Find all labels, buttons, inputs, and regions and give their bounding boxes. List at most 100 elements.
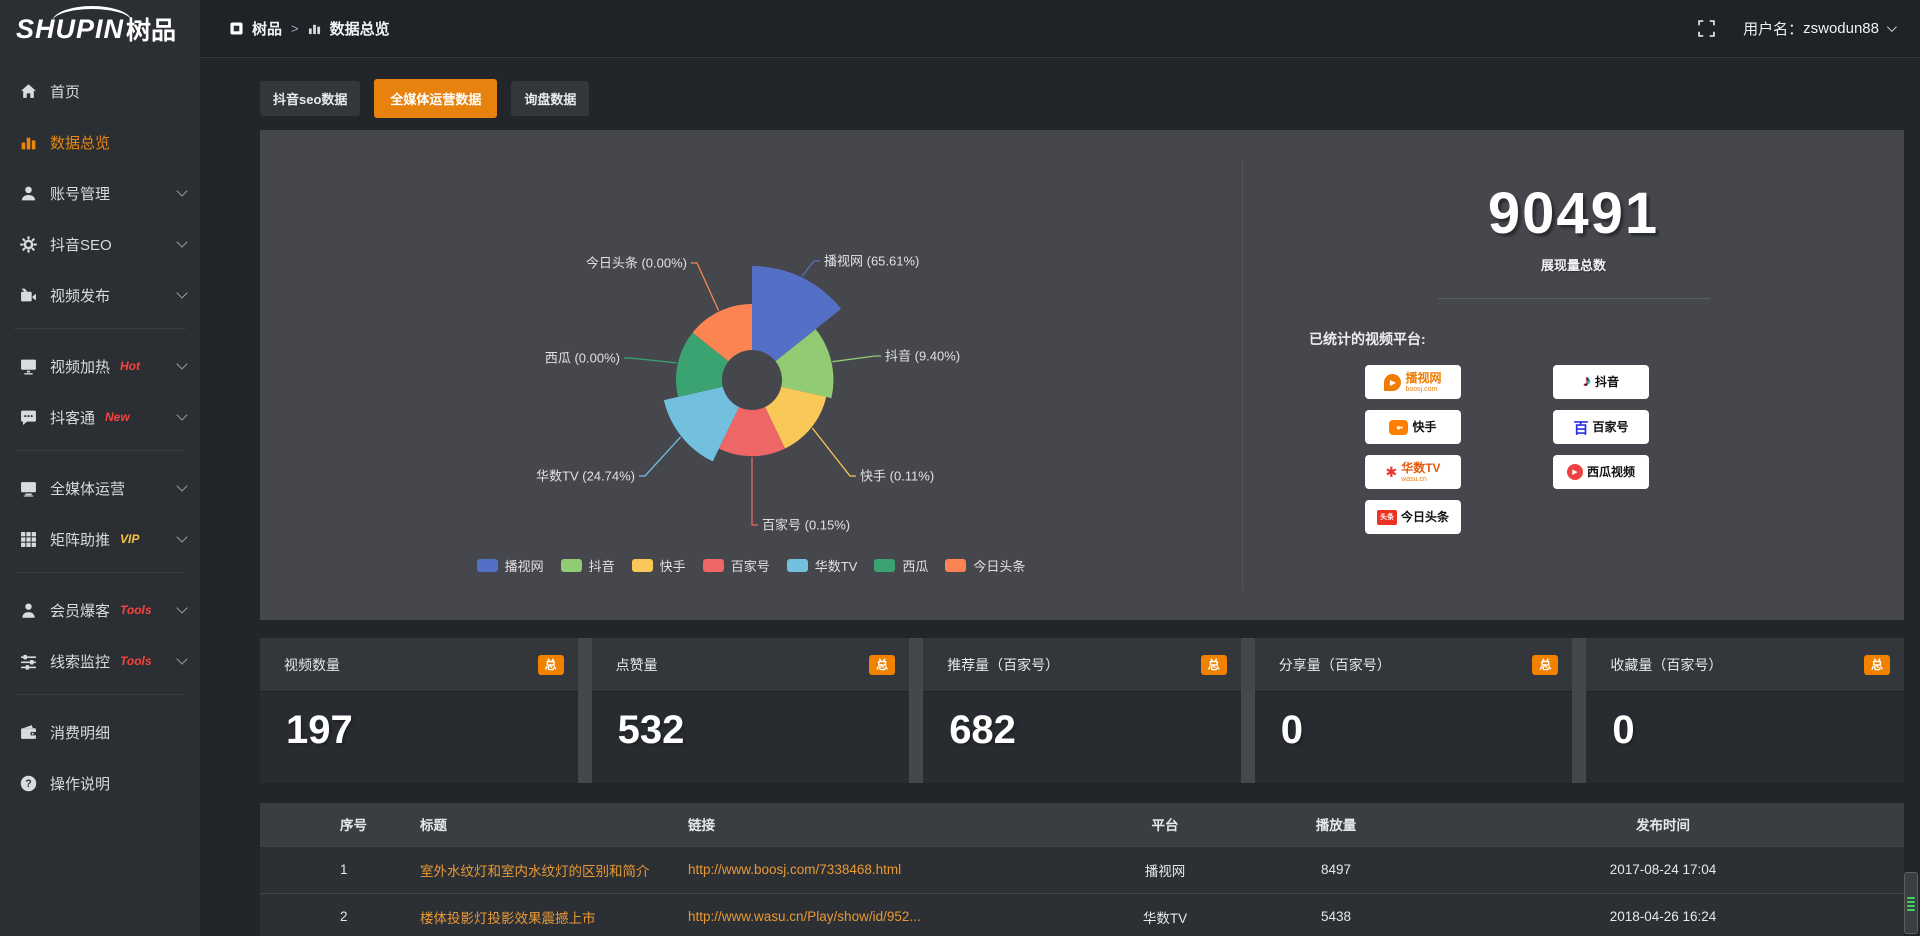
- sidebar-item-label: 抖客通: [50, 407, 95, 428]
- logo-text-cn: 树品: [126, 11, 176, 47]
- chevron-down-icon: [176, 287, 187, 298]
- legend-label: 华数TV: [815, 556, 858, 575]
- table-header-0: 序号: [330, 803, 410, 846]
- grid-icon: [20, 531, 37, 548]
- tab-1[interactable]: 全媒体运营数据: [374, 79, 497, 118]
- chevron-down-icon: [176, 602, 187, 613]
- legend-item-0[interactable]: 播视网: [477, 556, 544, 575]
- legend-item-4[interactable]: 华数TV: [787, 556, 858, 575]
- username-value: zswodun88: [1803, 20, 1879, 37]
- pie-label-line: [639, 437, 681, 476]
- sidebar-item-12[interactable]: ?操作说明: [0, 760, 200, 806]
- pie-label: 今日头条 (0.00%): [586, 256, 687, 271]
- stat-card-1: 点赞量 总 532: [592, 638, 910, 783]
- legend-label: 今日头条: [973, 556, 1025, 575]
- breadcrumb-root-icon: [230, 22, 243, 35]
- sidebar: SHUPIN 树品 首页数据总览账号管理抖音SEO视频发布视频加热Hot抖客通N…: [0, 0, 200, 936]
- table-header-1: 标题: [410, 803, 678, 846]
- stat-card-total-badge: 总: [1201, 655, 1227, 675]
- sidebar-item-10[interactable]: 线索监控Tools: [0, 638, 200, 684]
- legend-label: 播视网: [505, 556, 544, 575]
- stat-card-total-badge: 总: [869, 655, 895, 675]
- sidebar-item-2[interactable]: 账号管理: [0, 170, 200, 216]
- topbar-right: 用户名： zswodun88: [1698, 18, 1894, 39]
- stat-card-total-badge: 总: [1532, 655, 1558, 675]
- stat-card-label: 点赞量: [616, 655, 658, 675]
- sidebar-item-label: 账号管理: [50, 183, 110, 204]
- sliders-icon: [20, 653, 37, 670]
- sidebar-item-7[interactable]: 全媒体运营: [0, 465, 200, 511]
- boosj-icon: ▶: [1384, 374, 1401, 391]
- sidebar-item-4[interactable]: 视频发布: [0, 272, 200, 318]
- table-header-row: 序号标题链接平台播放量发布时间: [260, 803, 1904, 846]
- tab-2[interactable]: 询盘数据: [511, 81, 589, 116]
- legend-item-3[interactable]: 百家号: [703, 556, 770, 575]
- sidebar-item-8[interactable]: 矩阵助推VIP: [0, 516, 200, 562]
- stat-card-value: 197: [286, 708, 578, 753]
- sidebar-item-label: 视频加热: [50, 356, 110, 377]
- platforms-title: 已统计的视频平台:: [1309, 329, 1904, 349]
- legend-item-1[interactable]: 抖音: [561, 556, 615, 575]
- sidebar-item-label: 视频发布: [50, 285, 110, 306]
- legend-item-2[interactable]: 快手: [632, 556, 686, 575]
- stat-card-2: 推荐量（百家号）总682: [923, 638, 1241, 783]
- fullscreen-icon[interactable]: [1698, 20, 1715, 37]
- breadcrumb-root[interactable]: 树品: [252, 18, 282, 39]
- pie-label: 百家号 (0.15%): [762, 518, 850, 533]
- sidebar-item-5[interactable]: 视频加热 Hot: [0, 343, 200, 389]
- sidebar-item-3[interactable]: 抖音SEO: [0, 221, 200, 267]
- legend-swatch: [561, 559, 582, 572]
- platform-name: 今日头条: [1401, 511, 1449, 523]
- total-impressions-value: 90491: [1243, 180, 1904, 247]
- table-row-1: 2楼体投影灯投影效果震撼上市http://www.wasu.cn/Play/sh…: [260, 893, 1904, 936]
- sidebar-item-label: 首页: [50, 81, 80, 102]
- sidebar-item-label: 数据总览: [50, 132, 110, 153]
- legend-item-6[interactable]: 今日头条: [945, 556, 1025, 575]
- pie-label: 华数TV (24.74%): [536, 469, 635, 484]
- stat-card-0: 视频数量总 197: [260, 638, 578, 783]
- user-menu[interactable]: 用户名： zswodun88: [1743, 18, 1894, 39]
- sidebar-item-11[interactable]: 消费明细: [0, 709, 200, 755]
- sidebar-divider: [14, 450, 186, 451]
- stat-card-3: 分享量（百家号）总0: [1255, 638, 1573, 783]
- cell-link[interactable]: http://www.wasu.cn/Play/show/id/952...: [678, 893, 1080, 936]
- sidebar-item-badge: New: [105, 410, 130, 424]
- svg-text:?: ?: [25, 778, 31, 790]
- pie-label: 西瓜 (0.00%): [545, 351, 620, 366]
- platform-logo-6: 头条今日头条: [1365, 500, 1461, 534]
- tab-0[interactable]: 抖音seo数据: [260, 81, 360, 116]
- stat-card-header: 视频数量总: [260, 638, 578, 692]
- platform-name: 百家号: [1593, 421, 1629, 433]
- breadcrumb-chart-icon: [308, 22, 321, 35]
- sidebar-item-badge: Tools: [120, 654, 152, 668]
- legend-item-5[interactable]: 西瓜: [874, 556, 928, 575]
- scroll-widget[interactable]: [1904, 872, 1918, 934]
- stat-card-header: 点赞量 总: [592, 638, 910, 692]
- sidebar-divider: [14, 572, 186, 573]
- cell-plays: 8497: [1250, 846, 1422, 893]
- table-header-2: 链接: [678, 803, 1080, 846]
- cell-title[interactable]: 楼体投影灯投影效果震撼上市: [410, 893, 678, 936]
- chevron-down-icon: [176, 480, 187, 491]
- platform-name: 抖音: [1595, 376, 1619, 388]
- sidebar-item-1[interactable]: 数据总览: [0, 119, 200, 165]
- breadcrumb-separator: >: [291, 21, 299, 36]
- stat-card-value: 532: [618, 708, 910, 753]
- tabs-row: 抖音seo数据全媒体运营数据询盘数据: [260, 80, 1904, 116]
- platform-name: 播视网: [1405, 372, 1441, 384]
- cell-link[interactable]: http://www.boosj.com/7338468.html: [678, 846, 1080, 893]
- platform-name: 华数TV: [1401, 462, 1440, 474]
- pie-label-line: [832, 356, 881, 362]
- stat-card-header: 推荐量（百家号）总: [923, 638, 1241, 692]
- breadcrumb-current[interactable]: 数据总览: [330, 18, 390, 39]
- table-header-5: 发布时间: [1422, 803, 1904, 846]
- cell-title[interactable]: 室外水纹灯和室内水纹灯的区别和简介: [410, 846, 678, 893]
- sidebar-item-0[interactable]: 首页: [0, 68, 200, 114]
- platform-logo-5: ▶西瓜视频: [1553, 455, 1649, 489]
- sidebar-item-badge: Hot: [120, 359, 140, 373]
- sidebar-item-6[interactable]: 抖客通 New: [0, 394, 200, 440]
- stat-card-total-badge: 总: [1864, 655, 1890, 675]
- sidebar-item-9[interactable]: 会员爆客Tools: [0, 587, 200, 633]
- platform-logo-4: ✱华数TVwasu.cn: [1365, 455, 1461, 489]
- pie-label-line: [624, 358, 677, 363]
